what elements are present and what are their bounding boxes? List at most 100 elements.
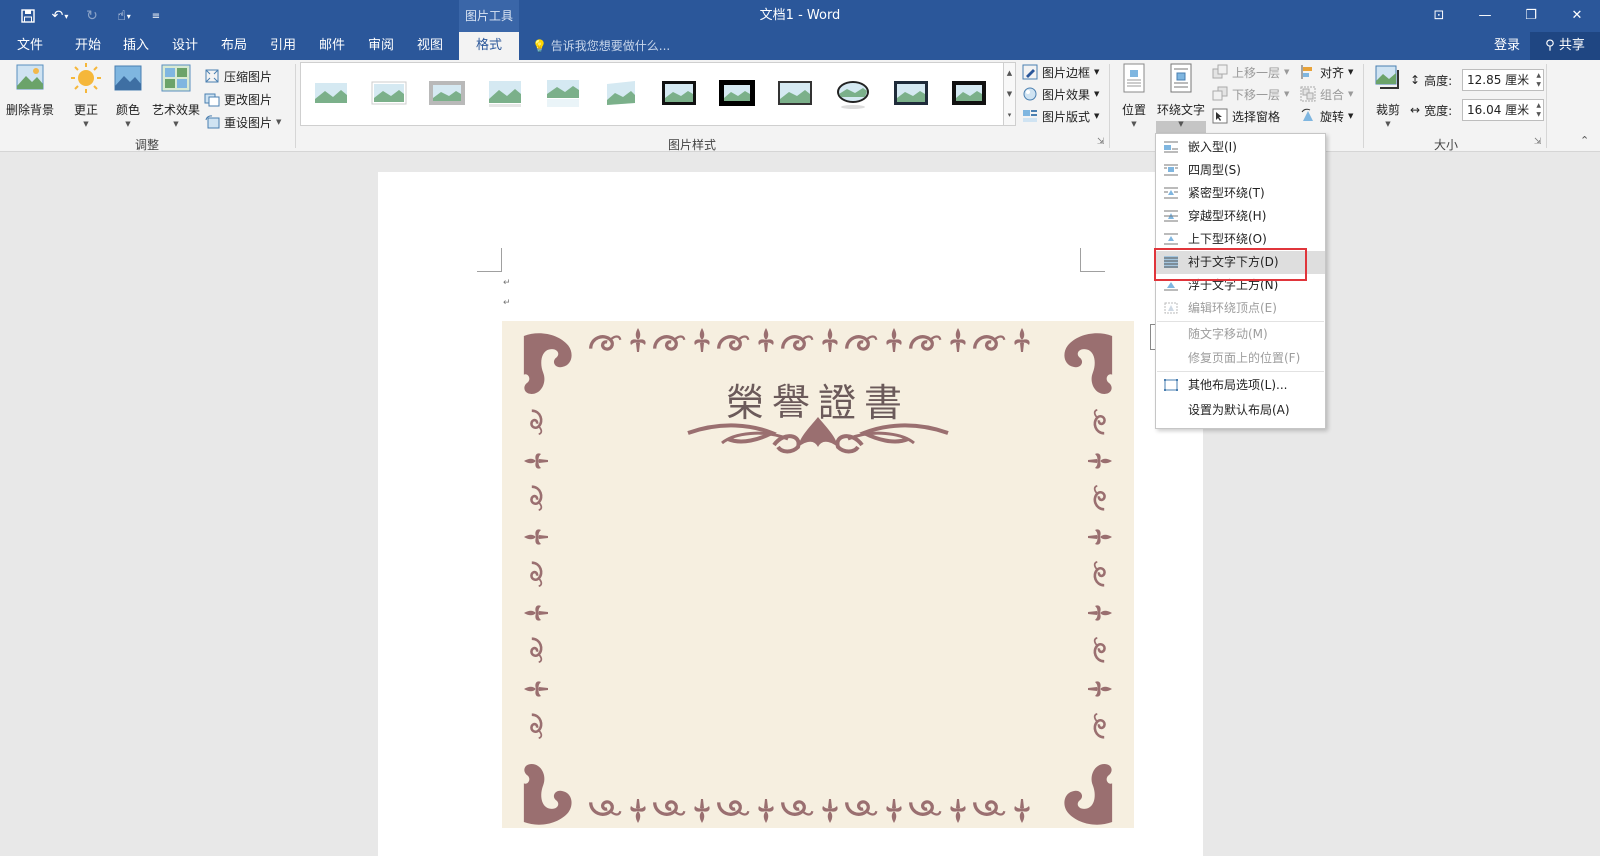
ribbon: 删除背景 更正 ▼ 颜色 ▼ 艺术效果 ▼ 压缩图片 更改图片 重设图片 ▼ 调… [0, 60, 1600, 193]
bring-forward-button[interactable]: 上移一层 ▼ [1212, 62, 1289, 82]
menu-item-inline[interactable]: 嵌入型(I) [1156, 136, 1325, 159]
close-icon[interactable]: ✕ [1554, 0, 1600, 32]
align-button[interactable]: 对齐 ▼ [1300, 62, 1353, 82]
style-thumbnail-icon[interactable] [601, 75, 641, 111]
tab-format[interactable]: 格式 [459, 32, 519, 60]
style-thumbnail-icon[interactable] [427, 75, 467, 111]
menu-item-tight[interactable]: 紧密型环绕(T) [1156, 182, 1325, 205]
chevron-down-icon: ▼ [83, 120, 89, 128]
style-thumbnail-icon[interactable] [543, 75, 583, 111]
tab-references[interactable]: 引用 [263, 32, 303, 60]
picture-effects-button[interactable]: 图片效果 ▼ [1022, 84, 1099, 104]
color-button[interactable]: 颜色 ▼ [108, 62, 148, 128]
share-button[interactable]: ⚲ 共享 [1530, 32, 1600, 60]
width-label-group: ↔ 宽度: [1410, 100, 1452, 120]
menu-item-set-default-layout[interactable]: 设置为默认布局(A) [1156, 399, 1325, 422]
selection-pane-icon [1212, 108, 1228, 124]
menu-item-fix-position[interactable]: 修复页面上的位置(F) [1156, 347, 1325, 370]
collapse-ribbon-icon[interactable]: ⌃ [1580, 134, 1589, 147]
picture-effects-icon [1023, 87, 1037, 101]
gallery-more-icon[interactable]: ▾ [1004, 105, 1015, 125]
picture-styles-gallery[interactable] [300, 62, 1004, 126]
certificate-title: 榮譽證書 [725, 381, 910, 425]
reset-picture-button[interactable]: 重设图片 ▼ [204, 112, 281, 132]
menu-item-edit-wrap-points[interactable]: 编辑环绕顶点(E) [1156, 297, 1325, 320]
menu-item-label: 其他布局选项(L)... [1188, 378, 1288, 392]
height-label-group: ↕ 高度: [1410, 70, 1452, 90]
height-input[interactable]: 12.85 厘米 ▲ ▼ [1462, 69, 1544, 91]
size-dialog-launcher-icon[interactable]: ⇲ [1534, 137, 1542, 147]
height-icon: ↕ [1410, 73, 1421, 87]
tab-mailings[interactable]: 邮件 [312, 32, 352, 60]
group-objects-button[interactable]: 组合 ▼ [1300, 84, 1353, 104]
menu-divider [1157, 371, 1324, 372]
style-thumbnail-icon[interactable] [891, 75, 931, 111]
width-input[interactable]: 16.04 厘米 ▲ ▼ [1462, 99, 1544, 121]
save-icon[interactable] [14, 6, 42, 26]
chevron-down-icon: ▼ [1094, 90, 1100, 98]
ribbon-display-options-icon[interactable]: ⊡ [1416, 0, 1462, 32]
height-value: 12.85 厘米 [1467, 73, 1530, 87]
tab-view[interactable]: 视图 [410, 32, 450, 60]
style-thumbnail-icon[interactable] [369, 75, 409, 111]
tab-review[interactable]: 审阅 [361, 32, 401, 60]
crop-button[interactable]: 裁剪 ▼ [1368, 62, 1408, 128]
compress-icon [205, 69, 219, 83]
menu-item-square[interactable]: 四周型(S) [1156, 159, 1325, 182]
dialog-launcher-icon[interactable]: ⇲ [1097, 137, 1105, 147]
group-label: 组合 [1320, 87, 1345, 102]
change-picture-button[interactable]: 更改图片 [204, 89, 272, 109]
compress-pictures-button[interactable]: 压缩图片 [204, 66, 272, 86]
menu-item-label: 紧密型环绕(T) [1188, 186, 1265, 200]
remove-background-icon [16, 64, 44, 90]
sign-in-link[interactable]: 登录 [1494, 32, 1520, 60]
selection-pane-button[interactable]: 选择窗格 [1212, 106, 1280, 126]
tab-file[interactable]: 文件 [10, 32, 50, 60]
layout-options-icon [1164, 379, 1178, 391]
style-thumbnail-icon[interactable] [949, 75, 989, 111]
wrap-text-button[interactable]: 环绕文字 ▼ [1156, 62, 1206, 128]
width-icon: ↔ [1410, 103, 1421, 117]
tab-layout[interactable]: 布局 [214, 32, 254, 60]
style-thumbnail-icon[interactable] [485, 75, 525, 111]
picture-border-button[interactable]: 图片边框 ▼ [1022, 62, 1099, 82]
minimize-icon[interactable]: — [1462, 0, 1508, 32]
width-spinner-icon[interactable]: ▲ ▼ [1536, 101, 1541, 119]
scroll-down-icon[interactable]: ▼ [1004, 84, 1015, 105]
customize-qat-icon[interactable]: ≡ [142, 6, 170, 26]
picture-effects-label: 图片效果 [1042, 87, 1091, 102]
gallery-scroll[interactable]: ▲ ▼ ▾ [1004, 62, 1016, 126]
height-spinner-icon[interactable]: ▲ ▼ [1536, 71, 1541, 89]
style-thumbnail-icon[interactable] [311, 75, 351, 111]
picture-layout-label: 图片版式 [1042, 109, 1091, 124]
style-thumbnail-icon[interactable] [833, 75, 873, 111]
undo-icon[interactable]: ↶ ▾ [46, 6, 74, 26]
menu-item-more-layout-options[interactable]: 其他布局选项(L)... [1156, 374, 1325, 397]
menu-item-move-with-text[interactable]: 随文字移动(M) [1156, 323, 1325, 346]
menu-item-label: 四周型(S) [1188, 163, 1241, 177]
menu-item-label: 编辑环绕顶点(E) [1188, 301, 1277, 315]
position-button[interactable]: 位置 ▼ [1114, 62, 1154, 128]
style-thumbnail-icon[interactable] [659, 75, 699, 111]
rotate-button[interactable]: 旋转 ▼ [1300, 106, 1353, 126]
menu-item-through[interactable]: 穿越型环绕(H) [1156, 205, 1325, 228]
touch-mode-icon[interactable]: ☝ ▾ [110, 6, 138, 26]
tab-home[interactable]: 开始 [68, 32, 108, 60]
redo-icon[interactable]: ↻ [78, 6, 106, 26]
artistic-effects-button[interactable]: 艺术效果 ▼ [148, 62, 204, 128]
height-label: 高度: [1424, 73, 1453, 88]
remove-background-button[interactable]: 删除背景 [4, 62, 56, 118]
style-thumbnail-icon[interactable] [775, 75, 815, 111]
chevron-down-icon: ▼ [173, 120, 179, 128]
group-separator [1546, 64, 1547, 148]
corrections-button[interactable]: 更正 ▼ [66, 62, 106, 128]
tell-me-search[interactable]: 💡 告诉我您想要做什么... [532, 32, 670, 60]
scroll-up-icon[interactable]: ▲ [1004, 63, 1015, 84]
width-value: 16.04 厘米 [1467, 103, 1530, 117]
tab-insert[interactable]: 插入 [116, 32, 156, 60]
send-backward-button[interactable]: 下移一层 ▼ [1212, 84, 1289, 104]
style-thumbnail-icon[interactable] [717, 75, 757, 111]
picture-layout-button[interactable]: 图片版式 ▼ [1022, 106, 1099, 126]
tab-design[interactable]: 设计 [165, 32, 205, 60]
restore-icon[interactable]: ❐ [1508, 0, 1554, 32]
